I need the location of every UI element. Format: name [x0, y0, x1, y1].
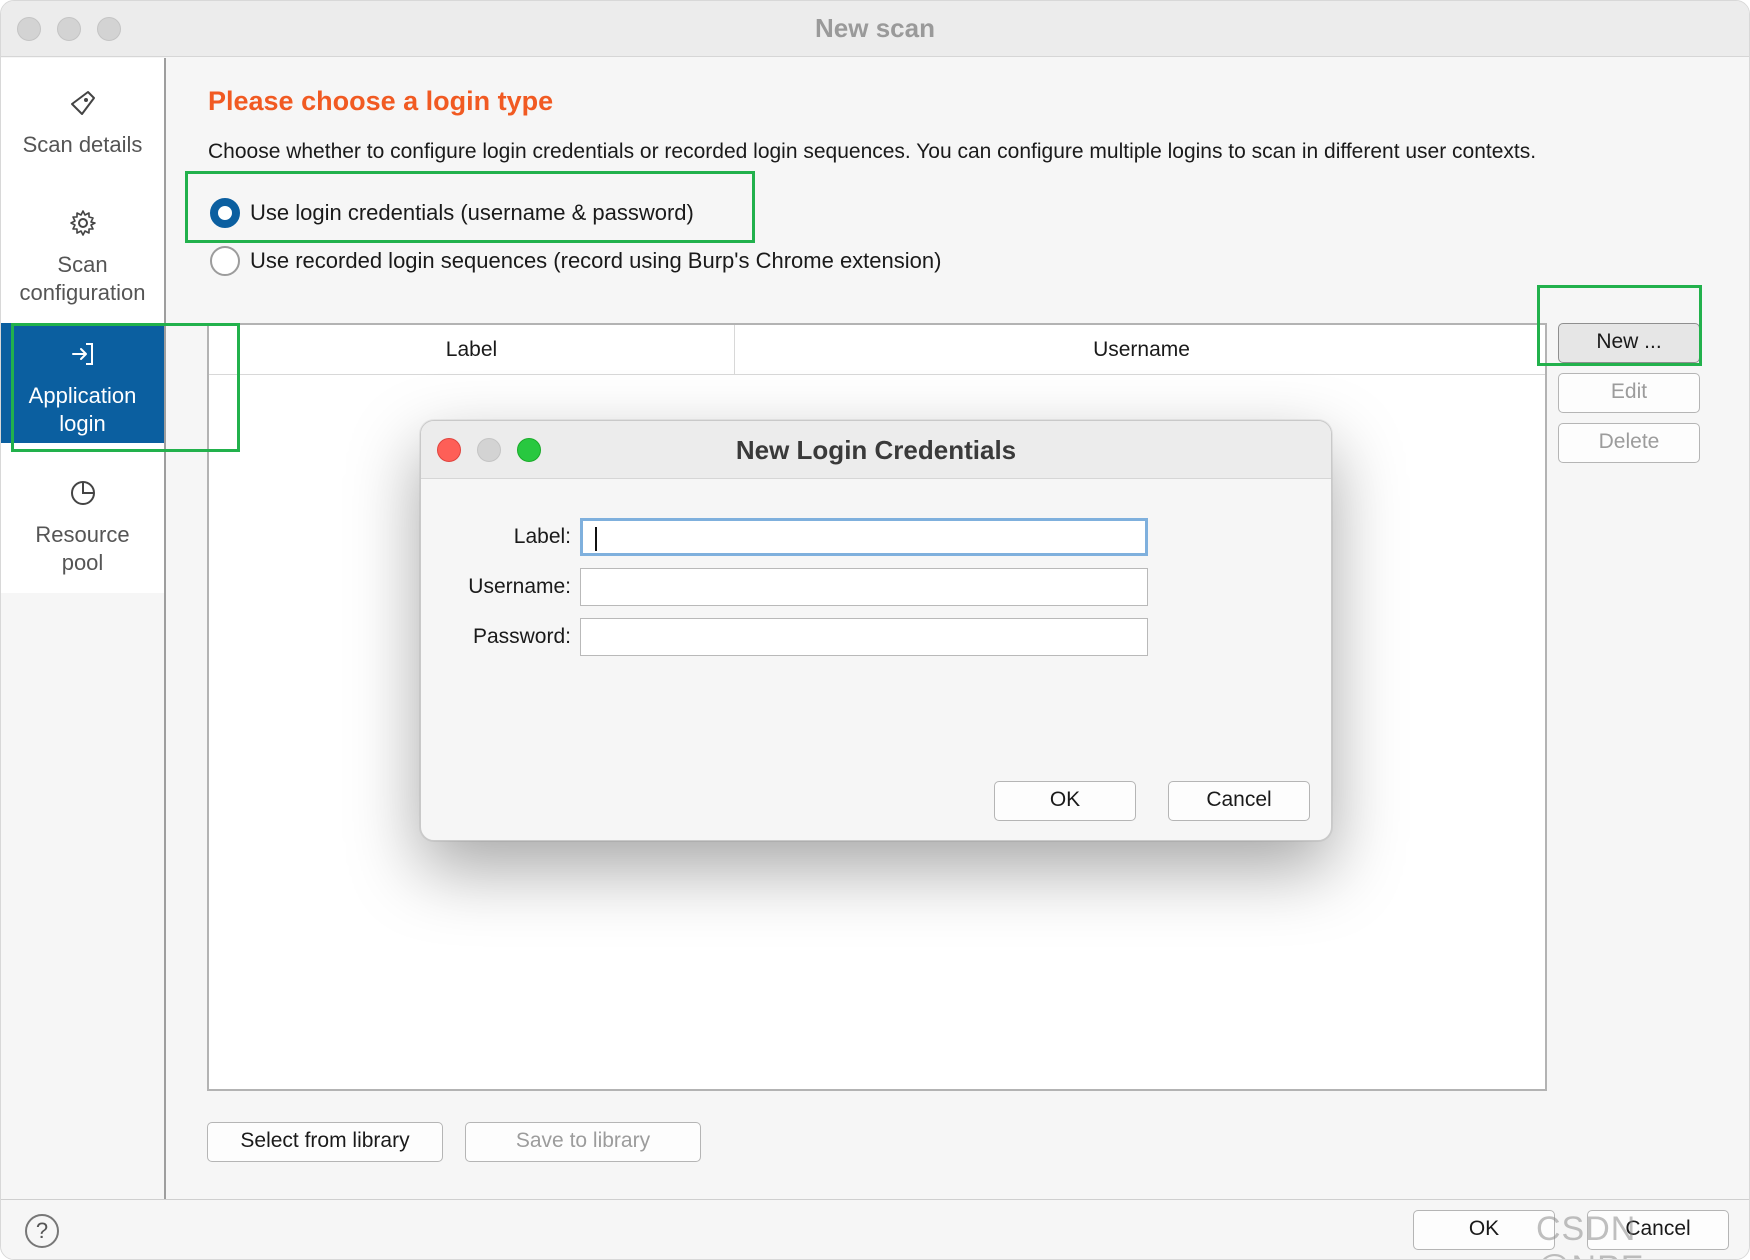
dialog-title: New Login Credentials [735, 435, 1017, 465]
login-arrow-icon [1, 339, 164, 376]
table-header: Label Username [209, 325, 1545, 375]
pie-chart-icon [1, 478, 164, 515]
label-input[interactable] [580, 518, 1148, 556]
sidebar: Scan details Scan configuration Applicat… [1, 58, 166, 1199]
sidebar-item-label-line2: login [59, 411, 106, 436]
window-title: New scan [815, 13, 935, 43]
option-label: Use login credentials (username & passwo… [250, 200, 694, 225]
option-login-credentials[interactable]: Use login credentials (username & passwo… [210, 198, 694, 228]
save-to-library-button[interactable]: Save to library [465, 1122, 701, 1162]
column-header-label[interactable]: Label [209, 325, 735, 375]
page-title: Please choose a login type [208, 86, 554, 116]
sidebar-item-label-line1: Application [28, 383, 137, 408]
password-input[interactable] [580, 618, 1148, 656]
gear-icon [1, 208, 164, 245]
sidebar-item-resource-pool[interactable]: Resource pool [1, 478, 164, 578]
edit-login-button[interactable]: Edit [1558, 373, 1700, 413]
help-icon[interactable]: ? [25, 1214, 59, 1248]
username-field-label: Username: [468, 575, 571, 598]
column-header-username[interactable]: Username [736, 325, 1547, 375]
sidebar-item-scan-configuration[interactable]: Scan configuration [1, 208, 164, 308]
sidebar-item-label-line1: Resource [35, 522, 130, 547]
tag-icon [1, 88, 164, 125]
ok-button[interactable]: OK [1413, 1210, 1555, 1250]
delete-login-button[interactable]: Delete [1558, 423, 1700, 463]
text-cursor [595, 527, 597, 551]
watermark: CSDN @NPE~ [1536, 1210, 1664, 1259]
sidebar-item-label: Scan details [22, 132, 143, 157]
label-field-label: Label: [513, 525, 571, 548]
select-from-library-button[interactable]: Select from library [207, 1122, 443, 1162]
dialog-title-bar: New Login Credentials [421, 421, 1331, 479]
option-recorded-login[interactable]: Use recorded login sequences (record usi… [210, 246, 941, 276]
page-description: Choose whether to configure login creden… [208, 140, 1537, 163]
footer-bar: ? OK Cancel CSDN @NPE~ [1, 1199, 1749, 1259]
sidebar-item-label-line2: configuration [19, 280, 146, 305]
new-login-credentials-dialog: New Login Credentials Label: Username: P… [420, 420, 1332, 841]
sidebar-item-scan-details[interactable]: Scan details [1, 88, 164, 168]
radio-login-credentials[interactable] [210, 198, 240, 228]
password-field-label: Password: [472, 625, 571, 648]
dialog-cancel-button[interactable]: Cancel [1168, 781, 1310, 821]
sidebar-item-application-login[interactable]: Application login [1, 323, 164, 443]
new-login-button[interactable]: New ... [1558, 323, 1700, 363]
sidebar-item-label-line1: Scan [57, 252, 108, 277]
sidebar-item-label-line2: pool [61, 550, 104, 575]
dialog-ok-button[interactable]: OK [994, 781, 1136, 821]
radio-recorded-login[interactable] [210, 246, 240, 276]
title-bar: New scan [1, 1, 1749, 57]
username-input[interactable] [580, 568, 1148, 606]
option-label: Use recorded login sequences (record usi… [250, 248, 942, 273]
new-scan-window: New scan Scan details Scan configuration… [0, 0, 1750, 1260]
